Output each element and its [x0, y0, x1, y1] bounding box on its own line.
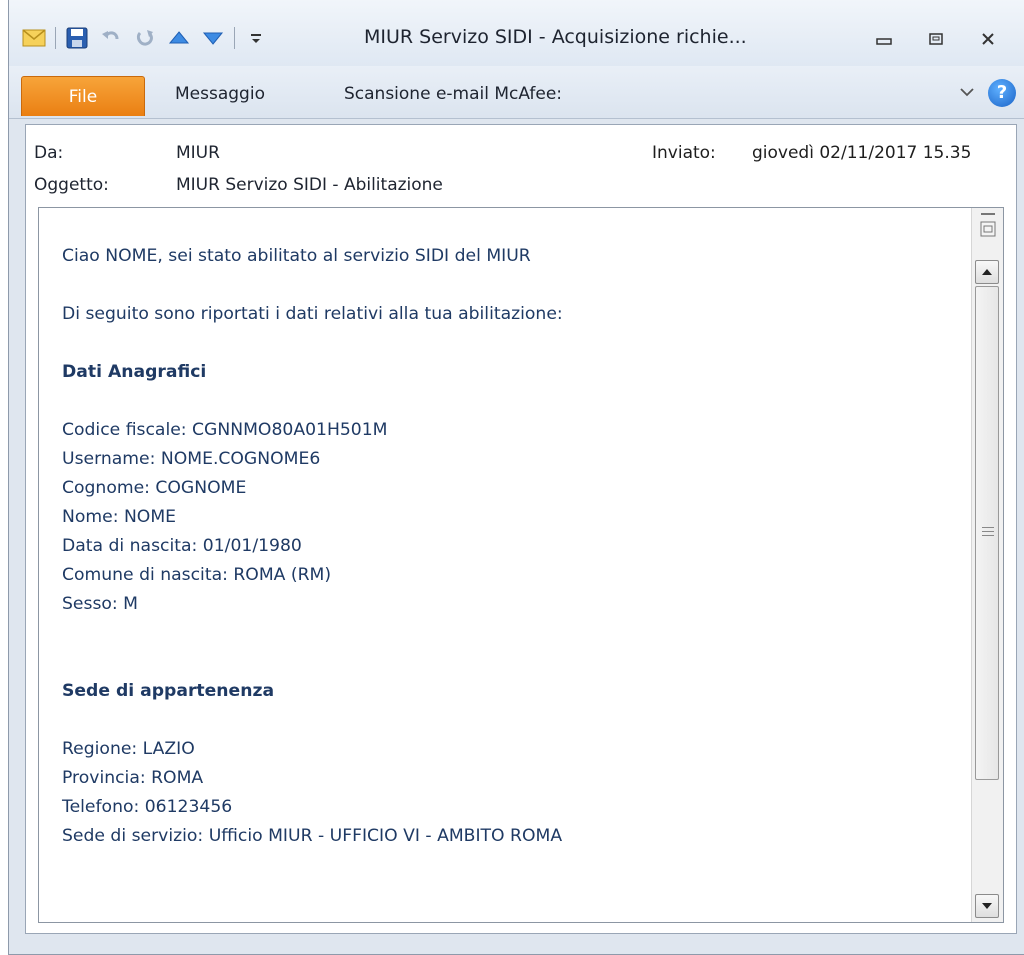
section-title-dati-anagrafici: Dati Anagrafici [62, 362, 207, 382]
field-line: Telefono: 06123456 [62, 797, 233, 817]
redo-icon[interactable] [132, 25, 158, 51]
vertical-scrollbar[interactable] [971, 208, 1003, 922]
tab-file[interactable]: File [21, 76, 145, 116]
field-line: Data di nascita: 01/01/1980 [62, 536, 302, 556]
field-line: Sede di servizio: Ufficio MIUR - UFFICIO… [62, 826, 563, 846]
sent-value: giovedì 02/11/2017 15.35 [752, 143, 972, 163]
minimize-icon[interactable] [862, 24, 906, 54]
from-label: Da: [34, 143, 64, 163]
scrollbar-thumb[interactable] [975, 286, 999, 780]
undo-icon[interactable] [98, 25, 124, 51]
message-body[interactable]: Ciao NOME, sei stato abilitato al serviz… [38, 207, 1004, 923]
save-icon[interactable] [64, 25, 90, 51]
field-line: Regione: LAZIO [62, 739, 195, 759]
subject-value: MIUR Servizo SIDI - Abilitazione [176, 175, 443, 195]
scrollbar-grip-icon [982, 527, 994, 539]
help-icon[interactable]: ? [988, 79, 1016, 107]
section-title-sede: Sede di appartenenza [62, 681, 275, 701]
subject-label: Oggetto: [34, 175, 109, 195]
field-line: Provincia: ROMA [62, 768, 204, 788]
greeting-text: Ciao NOME, sei stato abilitato al serviz… [62, 246, 531, 266]
field-line: Codice fiscale: CGNNMO80A01H501M [62, 420, 388, 440]
tab-scansione-mcafee[interactable]: Scansione e-mail McAfee: [344, 84, 562, 104]
field-line: Sesso: M [62, 594, 138, 614]
expand-ribbon-icon[interactable] [958, 84, 976, 103]
ribbon-tabs: File Messaggio Scansione e-mail McAfee: … [9, 66, 1024, 119]
message-pane: Da: MIUR Inviato: giovedì 02/11/2017 15.… [25, 124, 1017, 934]
ribbon-right-controls: ? [958, 79, 1016, 107]
field-line: Username: NOME.COGNOME6 [62, 449, 321, 469]
customize-qat-icon[interactable] [243, 25, 269, 51]
mail-icon[interactable] [21, 25, 47, 51]
quick-access-toolbar [21, 22, 277, 54]
message-header: Da: MIUR Inviato: giovedì 02/11/2017 15.… [26, 125, 1016, 199]
close-icon[interactable] [966, 24, 1010, 54]
window-controls [854, 24, 1010, 54]
window-title: MIUR Servizo SIDI - Acquisizione richie.… [364, 26, 747, 48]
next-item-icon[interactable] [200, 25, 226, 51]
toolbar-separator [55, 27, 56, 49]
field-line: Nome: NOME [62, 507, 177, 527]
tab-messaggio[interactable]: Messaggio [175, 84, 265, 104]
sent-label: Inviato: [652, 143, 716, 163]
scroll-up-icon[interactable] [975, 260, 999, 284]
intro-text: Di seguito sono riportati i dati relativ… [62, 304, 563, 324]
from-value[interactable]: MIUR [176, 143, 220, 163]
field-line: Cognome: COGNOME [62, 478, 247, 498]
split-view-icon[interactable] [978, 212, 998, 246]
message-content: Ciao NOME, sei stato abilitato al serviz… [62, 242, 563, 851]
title-bar: MIUR Servizo SIDI - Acquisizione richie.… [9, 0, 1024, 66]
previous-item-icon[interactable] [166, 25, 192, 51]
scroll-down-icon[interactable] [975, 894, 999, 918]
restore-icon[interactable] [914, 24, 958, 54]
toolbar-separator [234, 27, 235, 49]
outlook-message-window: MIUR Servizo SIDI - Acquisizione richie.… [8, 0, 1024, 955]
field-line: Comune di nascita: ROMA (RM) [62, 565, 332, 585]
